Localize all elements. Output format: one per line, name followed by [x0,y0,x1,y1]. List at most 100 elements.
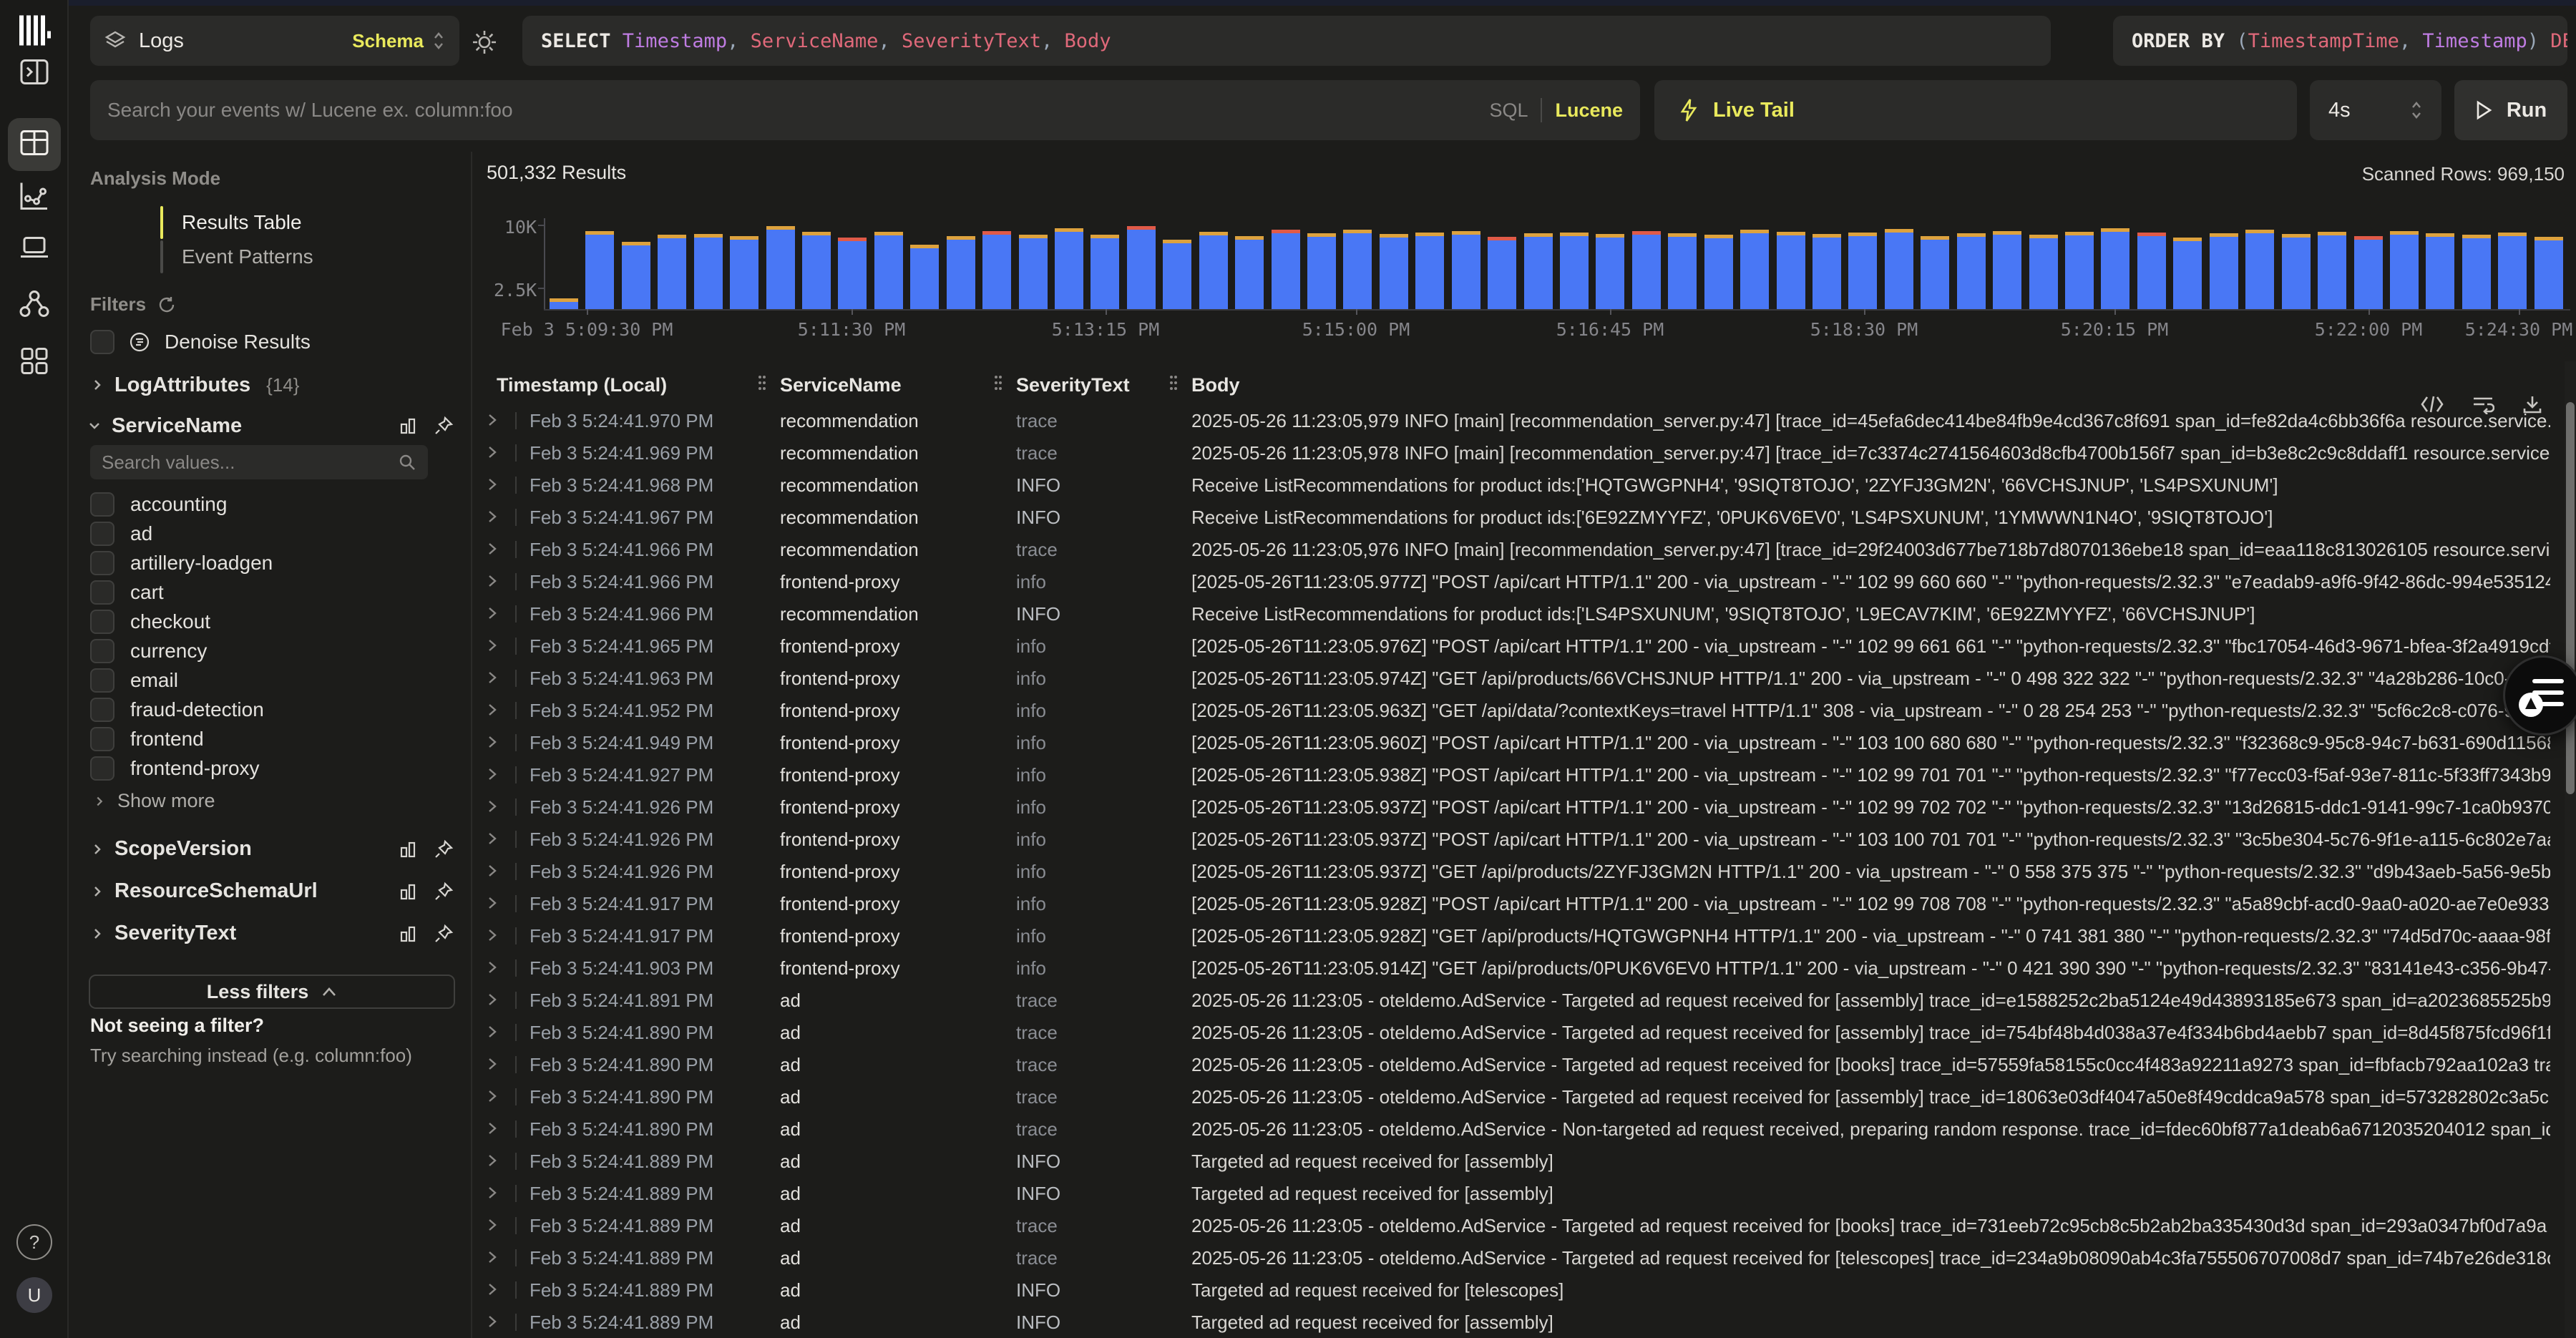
histogram-bar[interactable] [1668,233,1697,309]
histogram-bar[interactable] [838,238,867,309]
service-filter-frontend-proxy[interactable]: frontend-proxy [69,753,472,783]
histogram-bar[interactable] [1199,232,1228,309]
log-row[interactable]: Feb 3 5:24:41.970 PM recommendation trac… [472,404,2576,436]
col-servicename[interactable]: ServiceName [780,374,902,396]
histogram-bar[interactable] [2534,237,2563,309]
service-checkbox[interactable] [90,668,114,693]
histogram-bar[interactable] [1848,233,1877,309]
histogram-bar[interactable] [1957,233,1986,309]
service-checkbox[interactable] [90,551,114,575]
log-row[interactable]: Feb 3 5:24:41.966 PM recommendation INFO… [472,597,2576,630]
histogram-bar[interactable] [1307,233,1336,309]
log-row[interactable]: Feb 3 5:24:41.968 PM recommendation INFO… [472,469,2576,501]
histogram-bar[interactable] [1488,237,1516,309]
histogram-bar[interactable] [1380,234,1408,309]
histogram-bar[interactable] [1019,235,1048,309]
histogram-bar[interactable] [2210,233,2238,309]
filter-group-resourceschemaurl[interactable]: ResourceSchemaUrl [69,870,472,912]
filter-value-search-input[interactable]: Search values... [90,445,428,479]
log-row[interactable]: Feb 3 5:24:41.917 PM frontend-proxy info… [472,887,2576,919]
clickhouse-logo-icon[interactable] [18,14,51,51]
histogram-bar[interactable] [1235,236,1264,309]
histogram-bar[interactable] [982,231,1011,309]
expand-chevron-icon[interactable] [487,541,498,560]
histogram-bar[interactable] [2462,235,2491,309]
histogram-bar[interactable] [1596,234,1624,309]
histogram-bar[interactable] [730,236,758,309]
log-row[interactable]: Feb 3 5:24:41.926 PM frontend-proxy info… [472,855,2576,887]
expand-chevron-icon[interactable] [487,412,498,431]
histogram-bar[interactable] [1632,231,1661,309]
histogram-bar[interactable] [910,245,939,309]
assistant-widget-button[interactable] [2503,655,2576,736]
less-filters-button[interactable]: Less filters [89,975,455,1009]
events-histogram[interactable]: 10K 2.5K Feb 3 5:09:30 PM5:11:30 PM5:13:… [0,200,2576,340]
service-checkbox[interactable] [90,580,114,605]
histogram-bar[interactable] [874,232,903,309]
service-filter-cart[interactable]: cart [69,577,472,607]
col-body[interactable]: Body [1191,374,1240,396]
log-row[interactable]: Feb 3 5:24:41.889 PM ad trace 2025-05-26… [472,1241,2576,1274]
log-row[interactable]: Feb 3 5:24:41.949 PM frontend-proxy info… [472,726,2576,758]
service-checkbox[interactable] [90,639,114,663]
col-timestamp[interactable]: Timestamp (Local) [497,374,667,396]
service-checkbox[interactable] [90,492,114,517]
histogram-bar[interactable] [1993,231,2021,309]
lang-toggle-sql[interactable]: SQL [1489,99,1528,122]
log-row[interactable]: Feb 3 5:24:41.952 PM frontend-proxy info… [472,694,2576,726]
expand-chevron-icon[interactable] [487,605,498,625]
log-row[interactable]: Feb 3 5:24:41.965 PM frontend-proxy info… [472,630,2576,662]
log-row[interactable]: Feb 3 5:24:41.889 PM ad INFO Targeted ad… [472,1177,2576,1209]
log-row[interactable]: Feb 3 5:24:41.926 PM frontend-proxy info… [472,791,2576,823]
histogram-bar[interactable] [2354,236,2383,309]
expand-chevron-icon[interactable] [487,863,498,882]
histogram-bar[interactable] [694,234,723,309]
histogram-bar[interactable] [802,232,831,309]
expand-chevron-icon[interactable] [487,831,498,850]
histogram-bar[interactable] [2173,238,2202,309]
expand-chevron-icon[interactable] [487,1088,498,1108]
expand-chevron-icon[interactable] [487,959,498,979]
filter-group-severitytext[interactable]: SeverityText [69,912,472,954]
scrollbar-thumb[interactable] [2566,402,2575,794]
log-row[interactable]: Feb 3 5:24:41.890 PM ad trace 2025-05-26… [472,1080,2576,1113]
log-row[interactable]: Feb 3 5:24:41.889 PM ad INFO Targeted ad… [472,1274,2576,1306]
log-row[interactable]: Feb 3 5:24:41.890 PM ad trace 2025-05-26… [472,1113,2576,1145]
expand-chevron-icon[interactable] [487,1217,498,1236]
service-checkbox[interactable] [90,727,114,751]
bar-chart-icon[interactable] [398,839,418,859]
refresh-interval-select[interactable]: 4s [2310,80,2441,140]
histogram-bar[interactable] [1091,235,1119,309]
bar-chart-icon[interactable] [398,924,418,944]
select-query-editor[interactable]: SELECT Timestamp, ServiceName, SeverityT… [522,16,2051,66]
histogram-bar[interactable] [2390,231,2419,309]
log-row[interactable]: Feb 3 5:24:41.903 PM frontend-proxy info… [472,952,2576,984]
expand-chevron-icon[interactable] [487,477,498,496]
histogram-bar[interactable] [1524,233,1553,309]
histogram-bar[interactable] [1560,233,1589,309]
histogram-bar[interactable] [2137,233,2166,309]
service-filter-email[interactable]: email [69,665,472,695]
col-severitytext[interactable]: SeverityText [1016,374,1130,396]
run-button[interactable]: Run [2454,80,2567,140]
source-selector[interactable]: Logs Schema [90,16,459,66]
drag-handle-icon[interactable] [757,374,767,396]
expand-chevron-icon[interactable] [487,1249,498,1269]
histogram-bar[interactable] [1704,235,1733,309]
log-row[interactable]: Feb 3 5:24:41.917 PM frontend-proxy info… [472,919,2576,952]
histogram-bar[interactable] [766,226,795,309]
histogram-bar[interactable] [1055,228,1083,309]
histogram-bar[interactable] [1343,230,1372,309]
filter-group-servicename[interactable]: ServiceName [87,411,472,440]
expand-chevron-icon[interactable] [487,734,498,753]
expand-chevron-icon[interactable] [487,444,498,464]
bar-chart-icon[interactable] [398,882,418,902]
service-filter-frontend[interactable]: frontend [69,724,472,753]
expand-chevron-icon[interactable] [487,895,498,914]
expand-chevron-icon[interactable] [487,702,498,721]
expand-chevron-icon[interactable] [487,638,498,657]
histogram-bar[interactable] [1813,234,1841,309]
service-filter-accounting[interactable]: accounting [69,489,472,519]
histogram-bar[interactable] [1452,231,1480,309]
pin-icon[interactable] [434,882,454,902]
